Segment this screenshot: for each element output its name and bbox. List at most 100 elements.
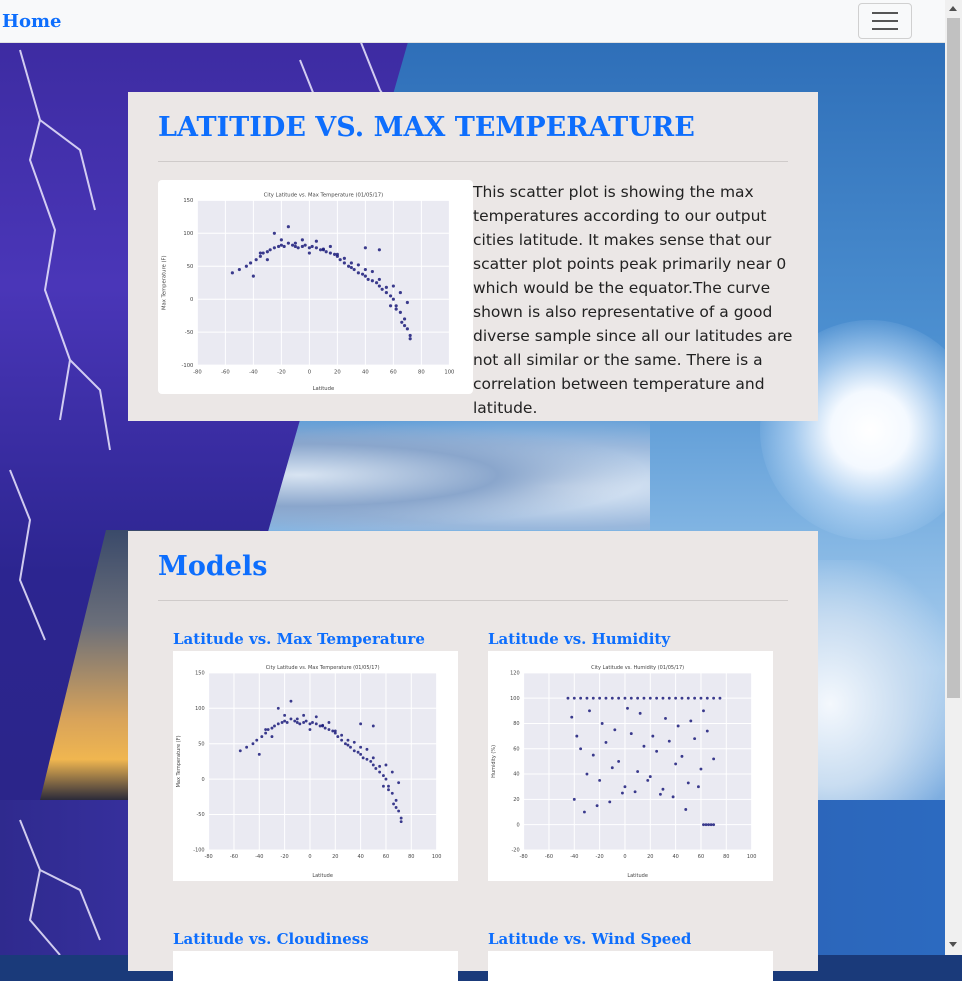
scatter-point [378, 770, 382, 774]
model-title-cloudiness[interactable]: Latitude vs. Cloudiness [173, 930, 369, 948]
scatter-point [712, 823, 716, 827]
x-tick-label: -80 [205, 854, 213, 860]
scatter-point [623, 785, 627, 789]
scatter-point [295, 717, 299, 721]
scatter-point [405, 327, 409, 331]
x-tick-label: -40 [249, 369, 258, 375]
scatter-point [359, 752, 363, 756]
scatter-point [365, 757, 369, 761]
x-tick-label: 40 [357, 854, 363, 860]
scatter-point [648, 696, 652, 700]
scatter-point [342, 261, 346, 265]
models-title: Models [158, 551, 268, 582]
scatter-point [384, 291, 388, 295]
navbar: Home [0, 0, 945, 43]
scatter-point [286, 225, 290, 229]
x-tick-label: 20 [332, 854, 338, 860]
scatter-point [604, 741, 608, 744]
scatter-point [272, 246, 276, 250]
x-tick-label: 80 [408, 854, 414, 860]
divider [158, 600, 788, 601]
scrollbar[interactable] [945, 0, 962, 955]
model-title-max-temp[interactable]: Latitude vs. Max Temperature [173, 630, 425, 648]
x-tick-label: -40 [570, 854, 578, 860]
scatter-point [260, 735, 264, 739]
scatter-point [283, 713, 287, 717]
hero-title: LATITIDE VS. MAX TEMPERATURE [158, 112, 695, 143]
scatter-point [676, 724, 680, 728]
scatter-point [642, 744, 646, 748]
model-plot-max-temp[interactable]: -80 -60 -40 -20 0 20 40 60 80 100 -100 -50 0 50 100 150… [173, 651, 458, 881]
scatter-point [302, 721, 306, 724]
scatter-point [610, 766, 614, 770]
scatter-point [363, 267, 367, 272]
y-tick-label: 100 [510, 696, 520, 702]
scatter-point [251, 742, 255, 746]
scatter-point [266, 728, 270, 731]
scatter-point [684, 808, 688, 811]
scatter-point [398, 310, 402, 314]
x-tick-label: 0 [623, 854, 626, 860]
chart-title: City Latitude vs. Max Temperature (01/05… [264, 192, 384, 198]
scatter-point [356, 750, 360, 754]
scatter-point [403, 317, 407, 321]
x-tick-label: 100 [444, 369, 454, 375]
scatter-point [244, 264, 248, 268]
scatter-point [636, 696, 640, 700]
navbar-toggler-button[interactable] [858, 3, 912, 39]
scatter-point [359, 722, 363, 726]
x-axis-label: Latitude [312, 873, 333, 879]
scatter-point [389, 294, 393, 298]
y-tick-label: 100 [195, 706, 205, 712]
model-plot-cloudiness[interactable] [173, 951, 458, 981]
y-tick-label: 150 [195, 671, 205, 677]
scatter-point [705, 696, 709, 700]
model-title-wind-speed[interactable]: Latitude vs. Wind Speed [488, 930, 691, 948]
scatter-point [371, 763, 375, 767]
scatter-point [626, 706, 629, 710]
scatter-point [276, 706, 280, 710]
scatter-point [349, 261, 353, 265]
scatter-point [270, 726, 274, 730]
scroll-thumb[interactable] [947, 18, 960, 698]
scatter-point [642, 696, 646, 700]
scatter-point [686, 696, 690, 700]
scatter-point [384, 763, 388, 767]
scatter-point [319, 248, 323, 252]
x-tick-label: 100 [432, 854, 442, 860]
scatter-point [680, 754, 684, 758]
y-axis-label: Max Temperature (F) [161, 255, 167, 310]
scatter-point [377, 284, 381, 288]
scatter-point [324, 250, 328, 254]
home-link[interactable]: Home [2, 11, 62, 32]
scatter-point [346, 743, 350, 747]
y-tick-label: 0 [201, 777, 204, 783]
scatter-point [296, 246, 300, 250]
scatter-point [369, 759, 373, 763]
x-tick-label: -20 [277, 369, 286, 375]
y-tick-label: -20 [511, 848, 519, 854]
scatter-point [566, 696, 570, 700]
scatter-point [693, 737, 697, 741]
model-plot-wind-speed[interactable] [488, 951, 773, 981]
chart-title: City Latitude vs. Max Temperature (01/05… [266, 665, 380, 671]
scatter-point [356, 271, 360, 275]
scatter-point [349, 745, 352, 749]
model-title-humidity[interactable]: Latitude vs. Humidity [488, 630, 670, 648]
scatter-point [245, 745, 249, 749]
scatter-point [655, 749, 659, 753]
plot-area [208, 672, 437, 850]
model-plot-humidity[interactable]: -80 -60 -40 -20 0 20 40 60 80 100 -20 0 20 40 60 80 100 1… [488, 651, 773, 881]
scroll-down-icon[interactable] [949, 942, 957, 947]
scatter-point [258, 251, 262, 255]
scatter-point [387, 788, 390, 792]
scatter-point [251, 274, 255, 278]
scatter-point [291, 243, 295, 247]
scatter-point [261, 251, 265, 255]
scatter-point [390, 770, 394, 774]
scatter-point [347, 264, 351, 268]
scatter-point [712, 696, 716, 700]
y-tick-label: 20 [513, 797, 519, 803]
scroll-up-icon[interactable] [949, 6, 957, 11]
scatter-point [323, 726, 327, 730]
